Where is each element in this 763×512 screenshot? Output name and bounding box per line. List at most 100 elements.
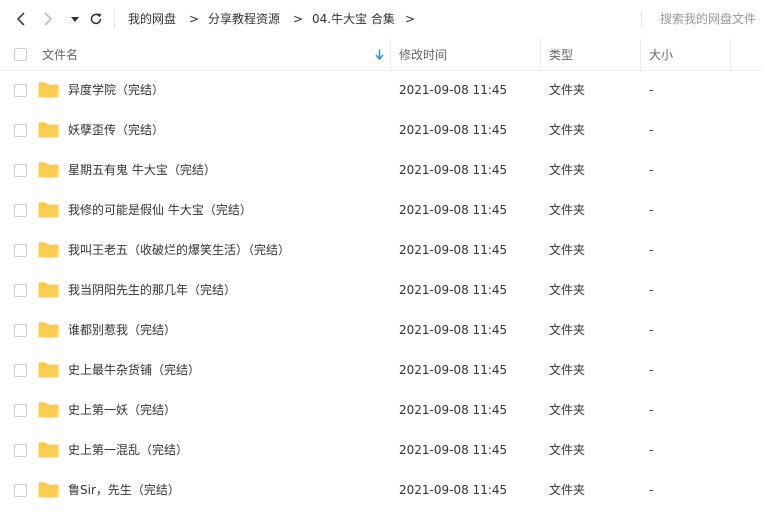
- breadcrumb-separator: >: [405, 12, 416, 26]
- file-type: 文件夹: [549, 323, 586, 337]
- file-size: -: [649, 363, 654, 377]
- caret-down-icon: [71, 17, 79, 22]
- file-size: -: [649, 163, 654, 177]
- column-divider[interactable]: [390, 39, 391, 70]
- row-checkbox[interactable]: [14, 324, 27, 337]
- search-input[interactable]: [652, 8, 763, 30]
- breadcrumb-my-drive[interactable]: 我的网盘: [128, 10, 176, 28]
- row-checkbox[interactable]: [14, 404, 27, 417]
- file-type: 文件夹: [549, 243, 586, 257]
- modified-time: 2021-09-08 11:45: [399, 203, 508, 217]
- file-size: -: [649, 283, 654, 297]
- file-size: -: [649, 323, 654, 337]
- table-row[interactable]: 异度学院（完结） 2021-09-08 11:45 文件夹 -: [0, 70, 763, 110]
- folder-icon: [38, 242, 59, 258]
- table-row[interactable]: 我修的可能是假仙 牛大宝（完结） 2021-09-08 11:45 文件夹 -: [0, 190, 763, 230]
- folder-icon: [38, 82, 59, 98]
- arrow-down-icon[interactable]: [375, 49, 384, 61]
- folder-icon: [38, 442, 59, 458]
- row-checkbox[interactable]: [14, 364, 27, 377]
- column-header-type[interactable]: 类型: [549, 46, 573, 64]
- file-type: 文件夹: [549, 403, 586, 417]
- modified-time: 2021-09-08 11:45: [399, 483, 508, 497]
- folder-icon: [38, 402, 59, 418]
- modified-time: 2021-09-08 11:45: [399, 163, 508, 177]
- history-dropdown-button[interactable]: [65, 9, 85, 29]
- modified-time: 2021-09-08 11:45: [399, 323, 508, 337]
- column-divider[interactable]: [640, 39, 641, 70]
- table-row[interactable]: 史上最牛杂货铺（完结） 2021-09-08 11:45 文件夹 -: [0, 350, 763, 390]
- refresh-button[interactable]: [86, 9, 106, 29]
- file-size: -: [649, 123, 654, 137]
- folder-icon: [38, 282, 59, 298]
- folder-icon: [38, 122, 59, 138]
- row-checkbox[interactable]: [14, 484, 27, 497]
- file-type: 文件夹: [549, 163, 586, 177]
- file-name[interactable]: 史上第一混乱（完结）: [68, 441, 188, 459]
- breadcrumb-current-folder[interactable]: 04.牛大宝 合集: [312, 10, 395, 28]
- column-divider[interactable]: [540, 39, 541, 70]
- file-name[interactable]: 我修的可能是假仙 牛大宝（完结）: [68, 201, 252, 219]
- modified-time: 2021-09-08 11:45: [399, 123, 508, 137]
- column-header-modified[interactable]: 修改时间: [399, 46, 447, 64]
- toolbar-divider: [114, 9, 115, 30]
- file-name[interactable]: 异度学院（完结）: [68, 81, 164, 99]
- refresh-icon: [90, 13, 102, 25]
- modified-time: 2021-09-08 11:45: [399, 443, 508, 457]
- folder-icon: [38, 162, 59, 178]
- table-row[interactable]: 星期五有鬼 牛大宝（完结） 2021-09-08 11:45 文件夹 -: [0, 150, 763, 190]
- select-all-checkbox[interactable]: [14, 48, 27, 61]
- file-size: -: [649, 483, 654, 497]
- row-checkbox[interactable]: [14, 124, 27, 137]
- file-name[interactable]: 谁都别惹我（完结）: [68, 321, 176, 339]
- file-size: -: [649, 443, 654, 457]
- file-size: -: [649, 403, 654, 417]
- column-divider[interactable]: [730, 39, 731, 70]
- file-name[interactable]: 妖孽歪传（完结）: [68, 121, 164, 139]
- table-row[interactable]: 史上第一混乱（完结） 2021-09-08 11:45 文件夹 -: [0, 430, 763, 470]
- modified-time: 2021-09-08 11:45: [399, 403, 508, 417]
- file-size: -: [649, 83, 654, 97]
- file-type: 文件夹: [549, 483, 586, 497]
- toolbar: 我的网盘 > 分享教程资源 > 04.牛大宝 合集 >: [0, 0, 763, 39]
- file-name[interactable]: 鲁Sir，先生（完结）: [68, 481, 180, 499]
- folder-icon: [38, 362, 59, 378]
- file-name[interactable]: 史上最牛杂货铺（完结）: [68, 361, 200, 379]
- row-checkbox[interactable]: [14, 84, 27, 97]
- row-checkbox[interactable]: [14, 204, 27, 217]
- file-type: 文件夹: [549, 363, 586, 377]
- modified-time: 2021-09-08 11:45: [399, 363, 508, 377]
- row-checkbox[interactable]: [14, 284, 27, 297]
- table-row[interactable]: 我当阴阳先生的那几年（完结） 2021-09-08 11:45 文件夹 -: [0, 270, 763, 310]
- modified-time: 2021-09-08 11:45: [399, 243, 508, 257]
- folder-icon: [38, 202, 59, 218]
- forward-button[interactable]: [38, 9, 58, 29]
- file-name[interactable]: 我当阴阳先生的那几年（完结）: [68, 281, 236, 299]
- back-button[interactable]: [12, 9, 32, 29]
- table-row[interactable]: 妖孽歪传（完结） 2021-09-08 11:45 文件夹 -: [0, 110, 763, 150]
- file-name[interactable]: 史上第一妖（完结）: [68, 401, 176, 419]
- file-size: -: [649, 243, 654, 257]
- table-row[interactable]: 鲁Sir，先生（完结） 2021-09-08 11:45 文件夹 -: [0, 470, 763, 510]
- table-row[interactable]: 史上第一妖（完结） 2021-09-08 11:45 文件夹 -: [0, 390, 763, 430]
- row-checkbox[interactable]: [14, 244, 27, 257]
- chevron-right-icon: [44, 12, 53, 26]
- file-size: -: [649, 203, 654, 217]
- row-checkbox[interactable]: [14, 164, 27, 177]
- column-header-size[interactable]: 大小: [649, 46, 673, 64]
- folder-icon: [38, 322, 59, 338]
- file-name[interactable]: 我叫王老五（收破烂的爆笑生活）（完结）: [68, 241, 290, 259]
- search-divider: [641, 10, 642, 29]
- table-row[interactable]: 谁都别惹我（完结） 2021-09-08 11:45 文件夹 -: [0, 310, 763, 350]
- modified-time: 2021-09-08 11:45: [399, 83, 508, 97]
- file-name[interactable]: 星期五有鬼 牛大宝（完结）: [68, 161, 216, 179]
- table-row[interactable]: 我叫王老五（收破烂的爆笑生活）（完结） 2021-09-08 11:45 文件夹…: [0, 230, 763, 270]
- row-checkbox[interactable]: [14, 444, 27, 457]
- breadcrumb-separator: >: [293, 12, 304, 26]
- modified-time: 2021-09-08 11:45: [399, 283, 508, 297]
- column-header-name[interactable]: 文件名: [42, 46, 78, 64]
- breadcrumb-separator: >: [189, 12, 200, 26]
- file-type: 文件夹: [549, 283, 586, 297]
- breadcrumb-share-resources[interactable]: 分享教程资源: [208, 10, 280, 28]
- folder-icon: [38, 482, 59, 498]
